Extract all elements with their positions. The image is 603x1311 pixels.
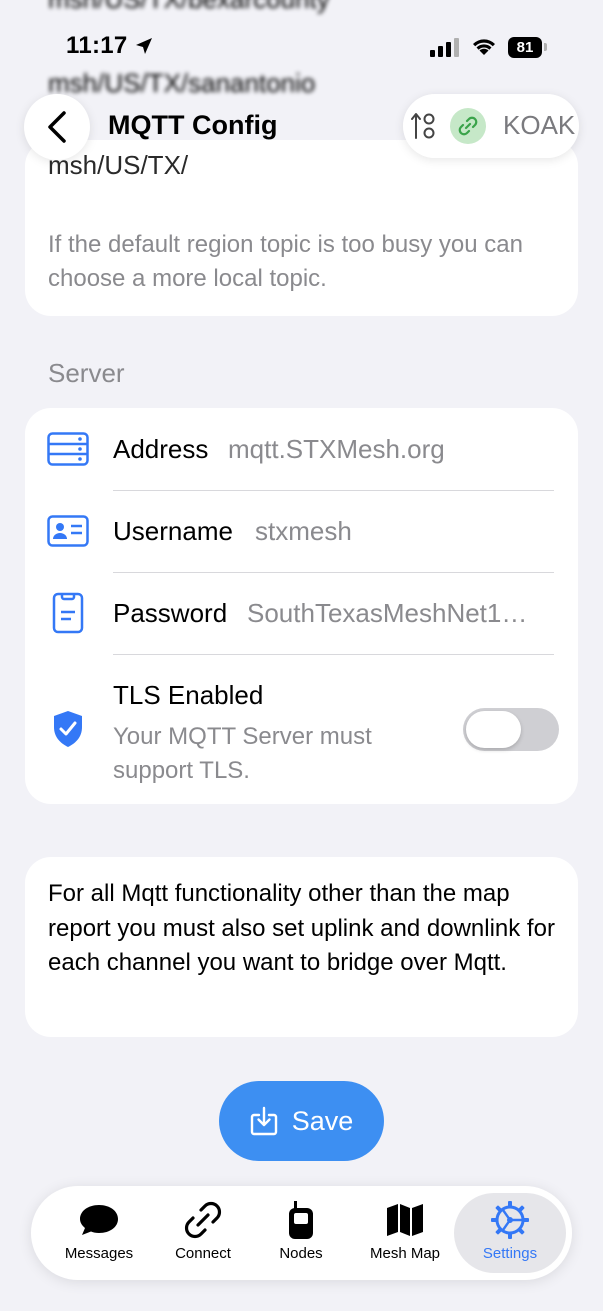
sort-arrows-icon <box>411 113 435 139</box>
username-row[interactable]: Username stxmesh <box>25 490 578 572</box>
status-bar: 11:17 81 <box>0 0 603 96</box>
tab-bar: Messages Connect Nodes Mesh Map Settings <box>31 1186 572 1280</box>
node-short-name: KOAK <box>503 110 576 140</box>
toggle-knob <box>466 711 521 748</box>
tab-settings[interactable]: Settings <box>454 1193 566 1273</box>
server-section-header: Server <box>48 358 125 388</box>
map-icon <box>353 1200 457 1240</box>
topic-footer-text: If the default region topic is too busy … <box>48 231 523 292</box>
connection-status-badge <box>450 108 486 144</box>
tab-label: Connect <box>175 1245 231 1262</box>
tls-label: TLS Enabled <box>113 680 264 710</box>
tls-toggle[interactable] <box>463 708 559 751</box>
save-button-label: Save <box>291 1105 354 1136</box>
tab-connect[interactable]: Connect <box>151 1186 255 1280</box>
password-row[interactable]: Password SouthTexasMeshNet1… <box>25 572 578 654</box>
address-field[interactable]: mqtt.STXMesh.org <box>228 434 558 465</box>
link-icon <box>458 116 478 136</box>
username-field[interactable]: stxmesh <box>255 516 555 547</box>
tab-mesh-map[interactable]: Mesh Map <box>353 1186 457 1280</box>
tab-label: Settings <box>482 1245 538 1262</box>
address-row[interactable]: Address mqtt.STXMesh.org <box>25 408 578 490</box>
tab-label: Mesh Map <box>369 1245 441 1262</box>
info-card: For all Mqtt functionality other than th… <box>25 857 578 1037</box>
link-icon <box>151 1200 255 1240</box>
wifi-icon <box>473 39 495 55</box>
tab-label: Nodes <box>279 1245 323 1262</box>
username-label: Username <box>113 516 233 546</box>
tab-nodes[interactable]: Nodes <box>249 1186 353 1280</box>
radio-device-icon <box>249 1200 353 1240</box>
divider <box>113 654 554 655</box>
save-button[interactable]: Save <box>219 1081 384 1161</box>
connected-node-pill[interactable]: KOAK <box>403 94 579 158</box>
password-document-icon <box>45 590 91 636</box>
save-tray-icon <box>250 1106 277 1136</box>
battery-nub <box>544 43 547 51</box>
page-title: MQTT Config <box>108 110 278 140</box>
info-text: For all Mqtt functionality other than th… <box>48 880 555 976</box>
address-label: Address <box>113 434 209 464</box>
password-label: Password <box>113 598 228 628</box>
tls-subtitle: Your MQTT Server must support TLS. <box>113 723 372 784</box>
password-field[interactable]: SouthTexasMeshNet1… <box>247 598 557 629</box>
server-rack-icon <box>45 426 91 472</box>
server-card: Address mqtt.STXMesh.org Username stxmes… <box>25 408 578 804</box>
message-bubble-icon <box>47 1200 151 1240</box>
cellular-signal-icon <box>430 38 459 57</box>
tab-label: Messages <box>64 1245 134 1262</box>
status-time: 11:17 <box>66 32 128 59</box>
checkmark-shield-icon <box>45 706 91 752</box>
location-arrow-icon <box>136 38 152 54</box>
id-card-icon <box>45 508 91 554</box>
tab-messages[interactable]: Messages <box>47 1186 151 1280</box>
battery-indicator: 81 <box>508 37 542 58</box>
gear-icon <box>454 1200 566 1240</box>
chevron-left-icon <box>48 111 66 143</box>
back-button[interactable] <box>24 94 90 160</box>
